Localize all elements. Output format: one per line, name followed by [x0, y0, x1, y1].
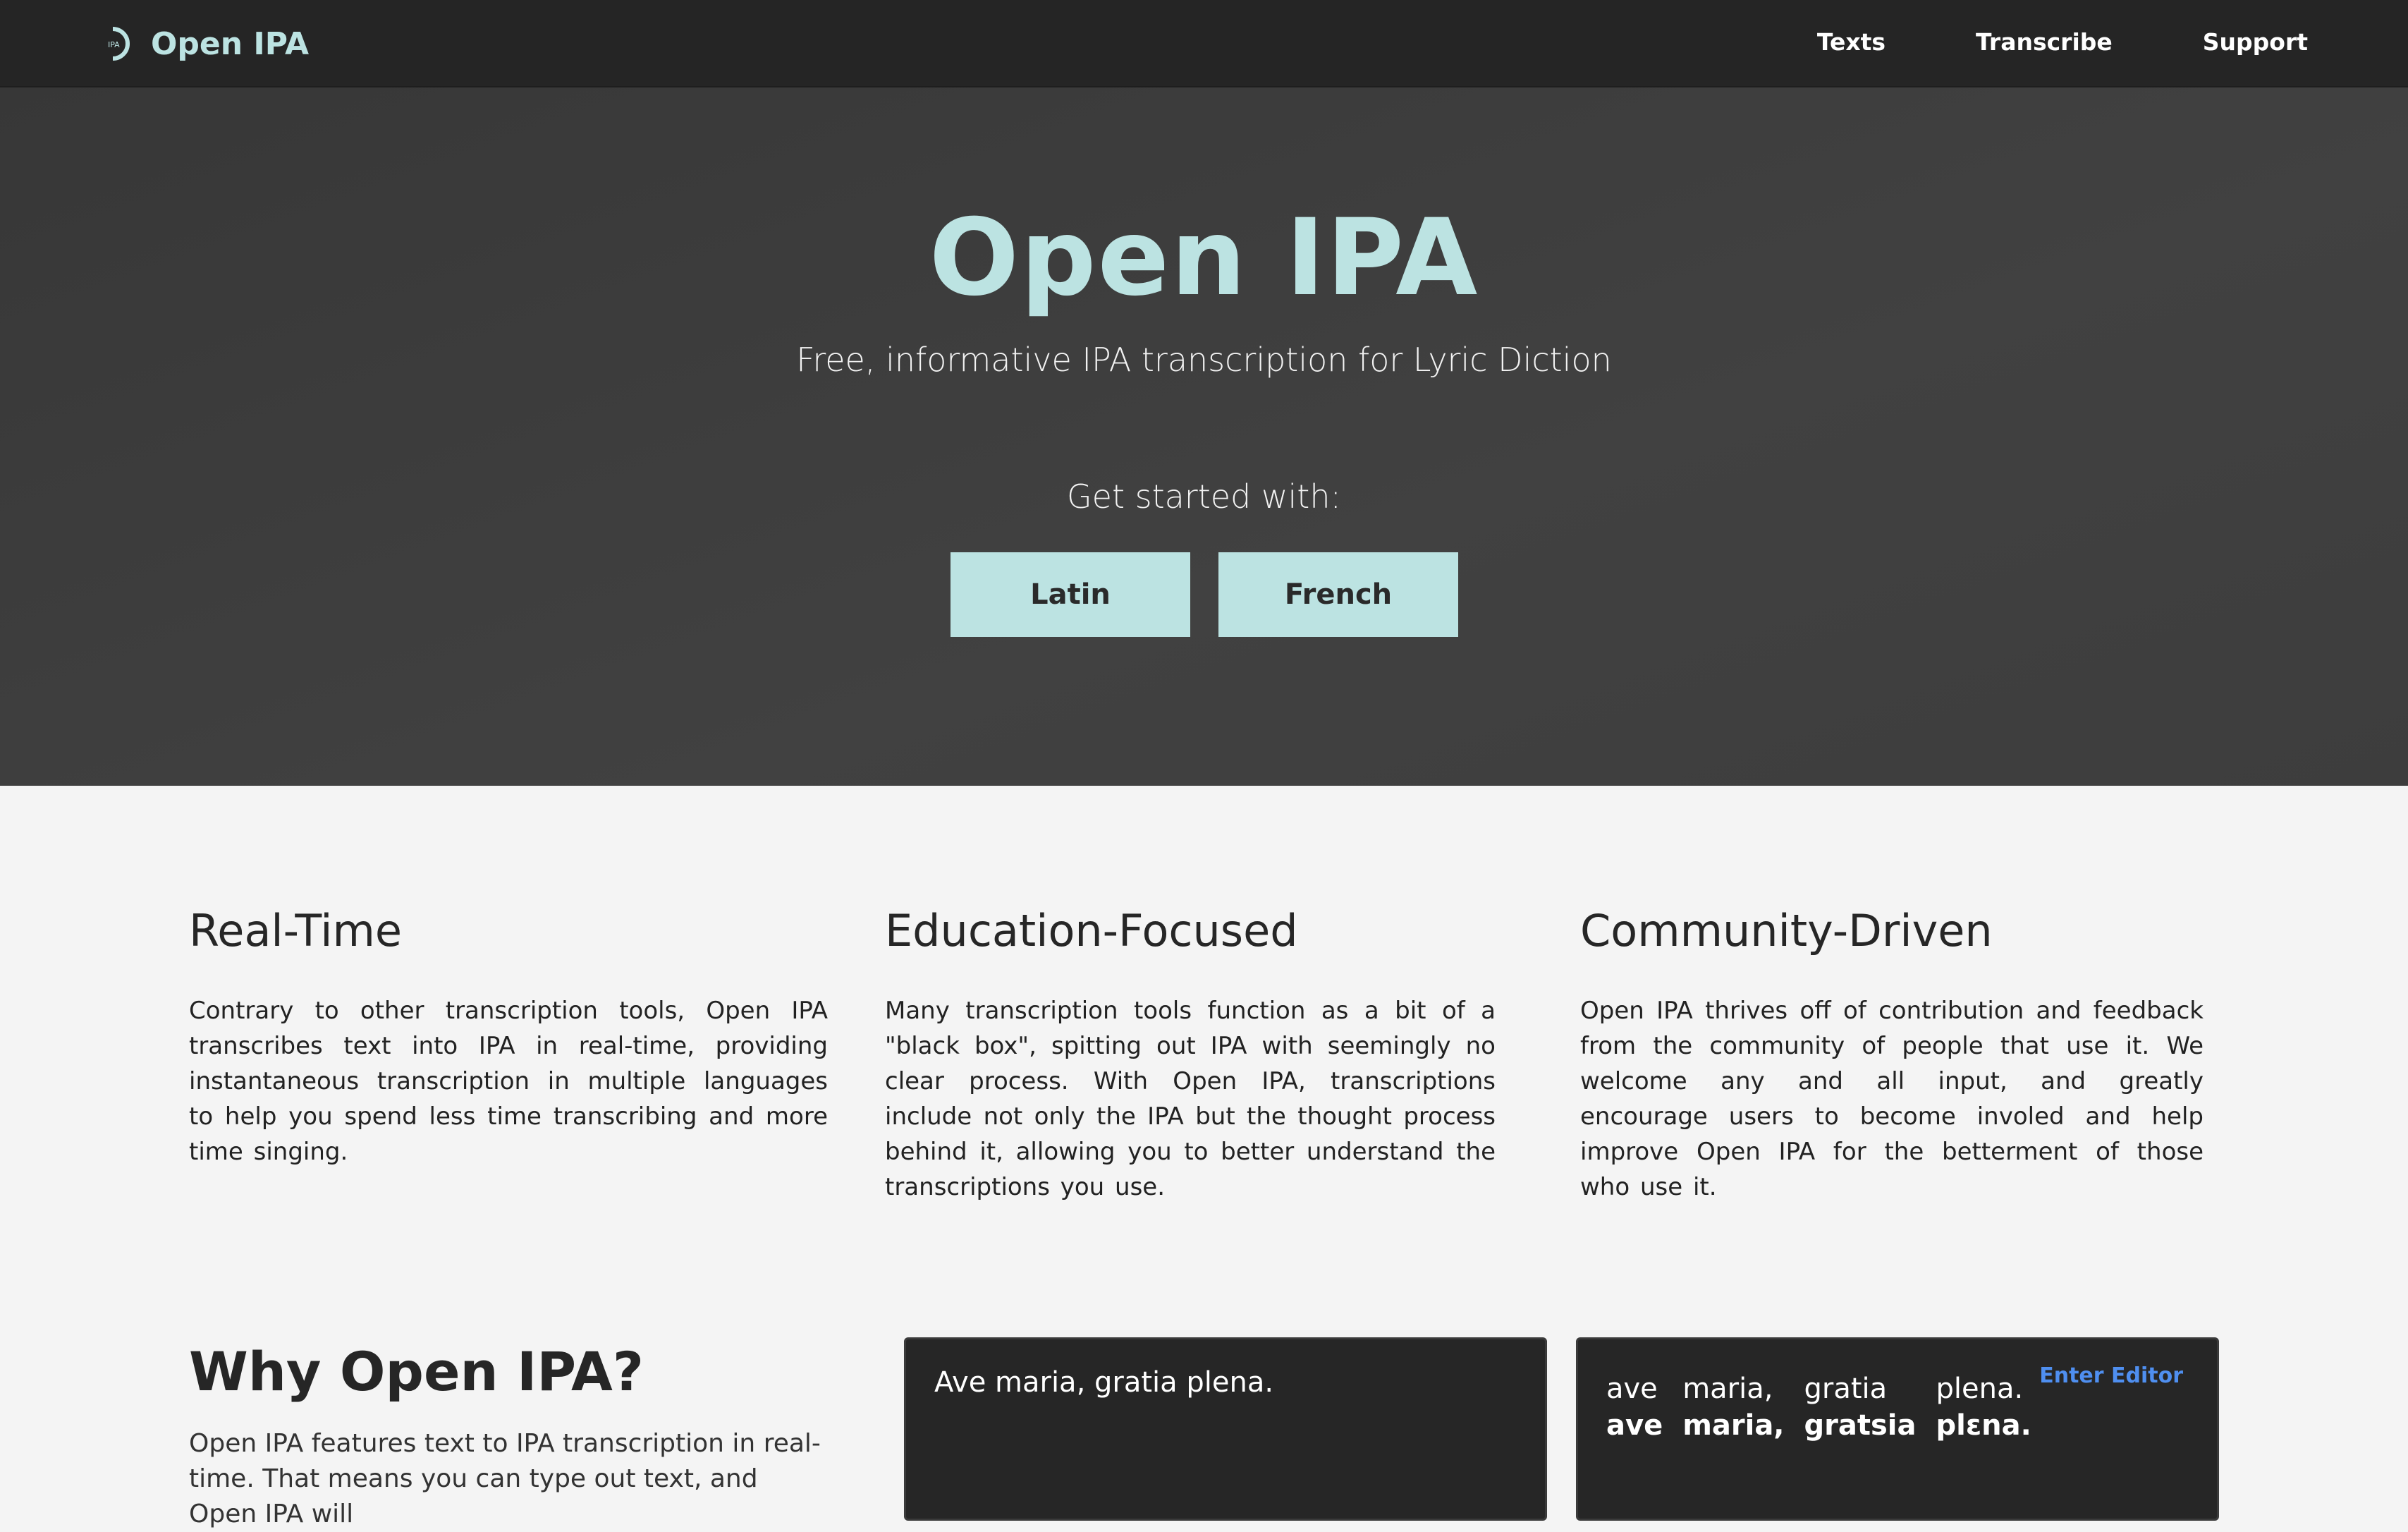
get-started-label: Get started with: — [1067, 478, 1341, 516]
feature-title: Real-Time — [189, 905, 403, 956]
word-text: maria, — [1682, 1373, 1773, 1405]
nav-link-texts[interactable]: Texts — [1817, 25, 1886, 59]
brand-name: Open IPA — [151, 25, 310, 62]
feature-body: Many transcription tools function as a b… — [885, 997, 1496, 1201]
open-ipa-logo-icon: IPA — [106, 25, 135, 63]
enter-editor-link[interactable]: Enter Editor — [2039, 1363, 2183, 1388]
feature-real-time: Real-Time Contrary to other transcriptio… — [189, 903, 828, 1169]
french-button[interactable]: French — [1218, 552, 1458, 637]
feature-body: Open IPA thrives off of contribution and… — [1580, 997, 2204, 1201]
word-ipa: ave — [1606, 1409, 1663, 1442]
word-text: ave — [1606, 1373, 1658, 1405]
feature-community-driven: Community-Driven Open IPA thrives off of… — [1580, 903, 2204, 1205]
word: plena. plɛna. — [1936, 1370, 2031, 1444]
demo-input-panel[interactable]: Ave maria, gratia plena. — [904, 1337, 1547, 1521]
feature-education-focused: Education-Focused Many transcription too… — [885, 903, 1496, 1205]
word-ipa: maria, — [1682, 1409, 1785, 1442]
why-title: Why Open IPA? — [189, 1340, 644, 1403]
latin-button[interactable]: Latin — [951, 552, 1190, 637]
nav-link-transcribe[interactable]: Transcribe — [1976, 25, 2113, 59]
word-ipa: gratsia — [1804, 1409, 1917, 1442]
demo-input-text: Ave maria, gratia plena. — [934, 1366, 1274, 1399]
transcription-words: ave ave maria, maria, gratia gratsia ple… — [1606, 1370, 2051, 1444]
word-text: gratia — [1804, 1373, 1888, 1405]
word-text: plena. — [1936, 1373, 2024, 1405]
hero-subtitle: Free, informative IPA transcription for … — [796, 341, 1612, 379]
feature-body: Contrary to other transcription tools, O… — [189, 997, 828, 1166]
why-body: Open IPA features text to IPA transcript… — [189, 1429, 821, 1528]
demo-output-panel: Enter Editor ave ave maria, maria, grati… — [1576, 1337, 2219, 1521]
nav-links: Texts Transcribe Support — [1727, 25, 2308, 59]
hero-section: Open IPA Free, informative IPA transcrip… — [0, 87, 2408, 786]
brand[interactable]: IPA Open IPA — [106, 21, 309, 66]
word: ave ave — [1606, 1370, 1663, 1444]
hero-title: Open IPA — [929, 197, 1479, 320]
top-navbar: IPA Open IPA Texts Transcribe Support — [0, 0, 2408, 87]
word-ipa: plɛna. — [1936, 1409, 2031, 1442]
word: gratia gratsia — [1804, 1370, 1917, 1444]
feature-title: Community-Driven — [1580, 905, 1993, 956]
nav-link-support[interactable]: Support — [2203, 25, 2308, 59]
feature-title: Education-Focused — [885, 905, 1298, 956]
word: maria, maria, — [1682, 1370, 1784, 1444]
svg-text:IPA: IPA — [108, 40, 120, 49]
